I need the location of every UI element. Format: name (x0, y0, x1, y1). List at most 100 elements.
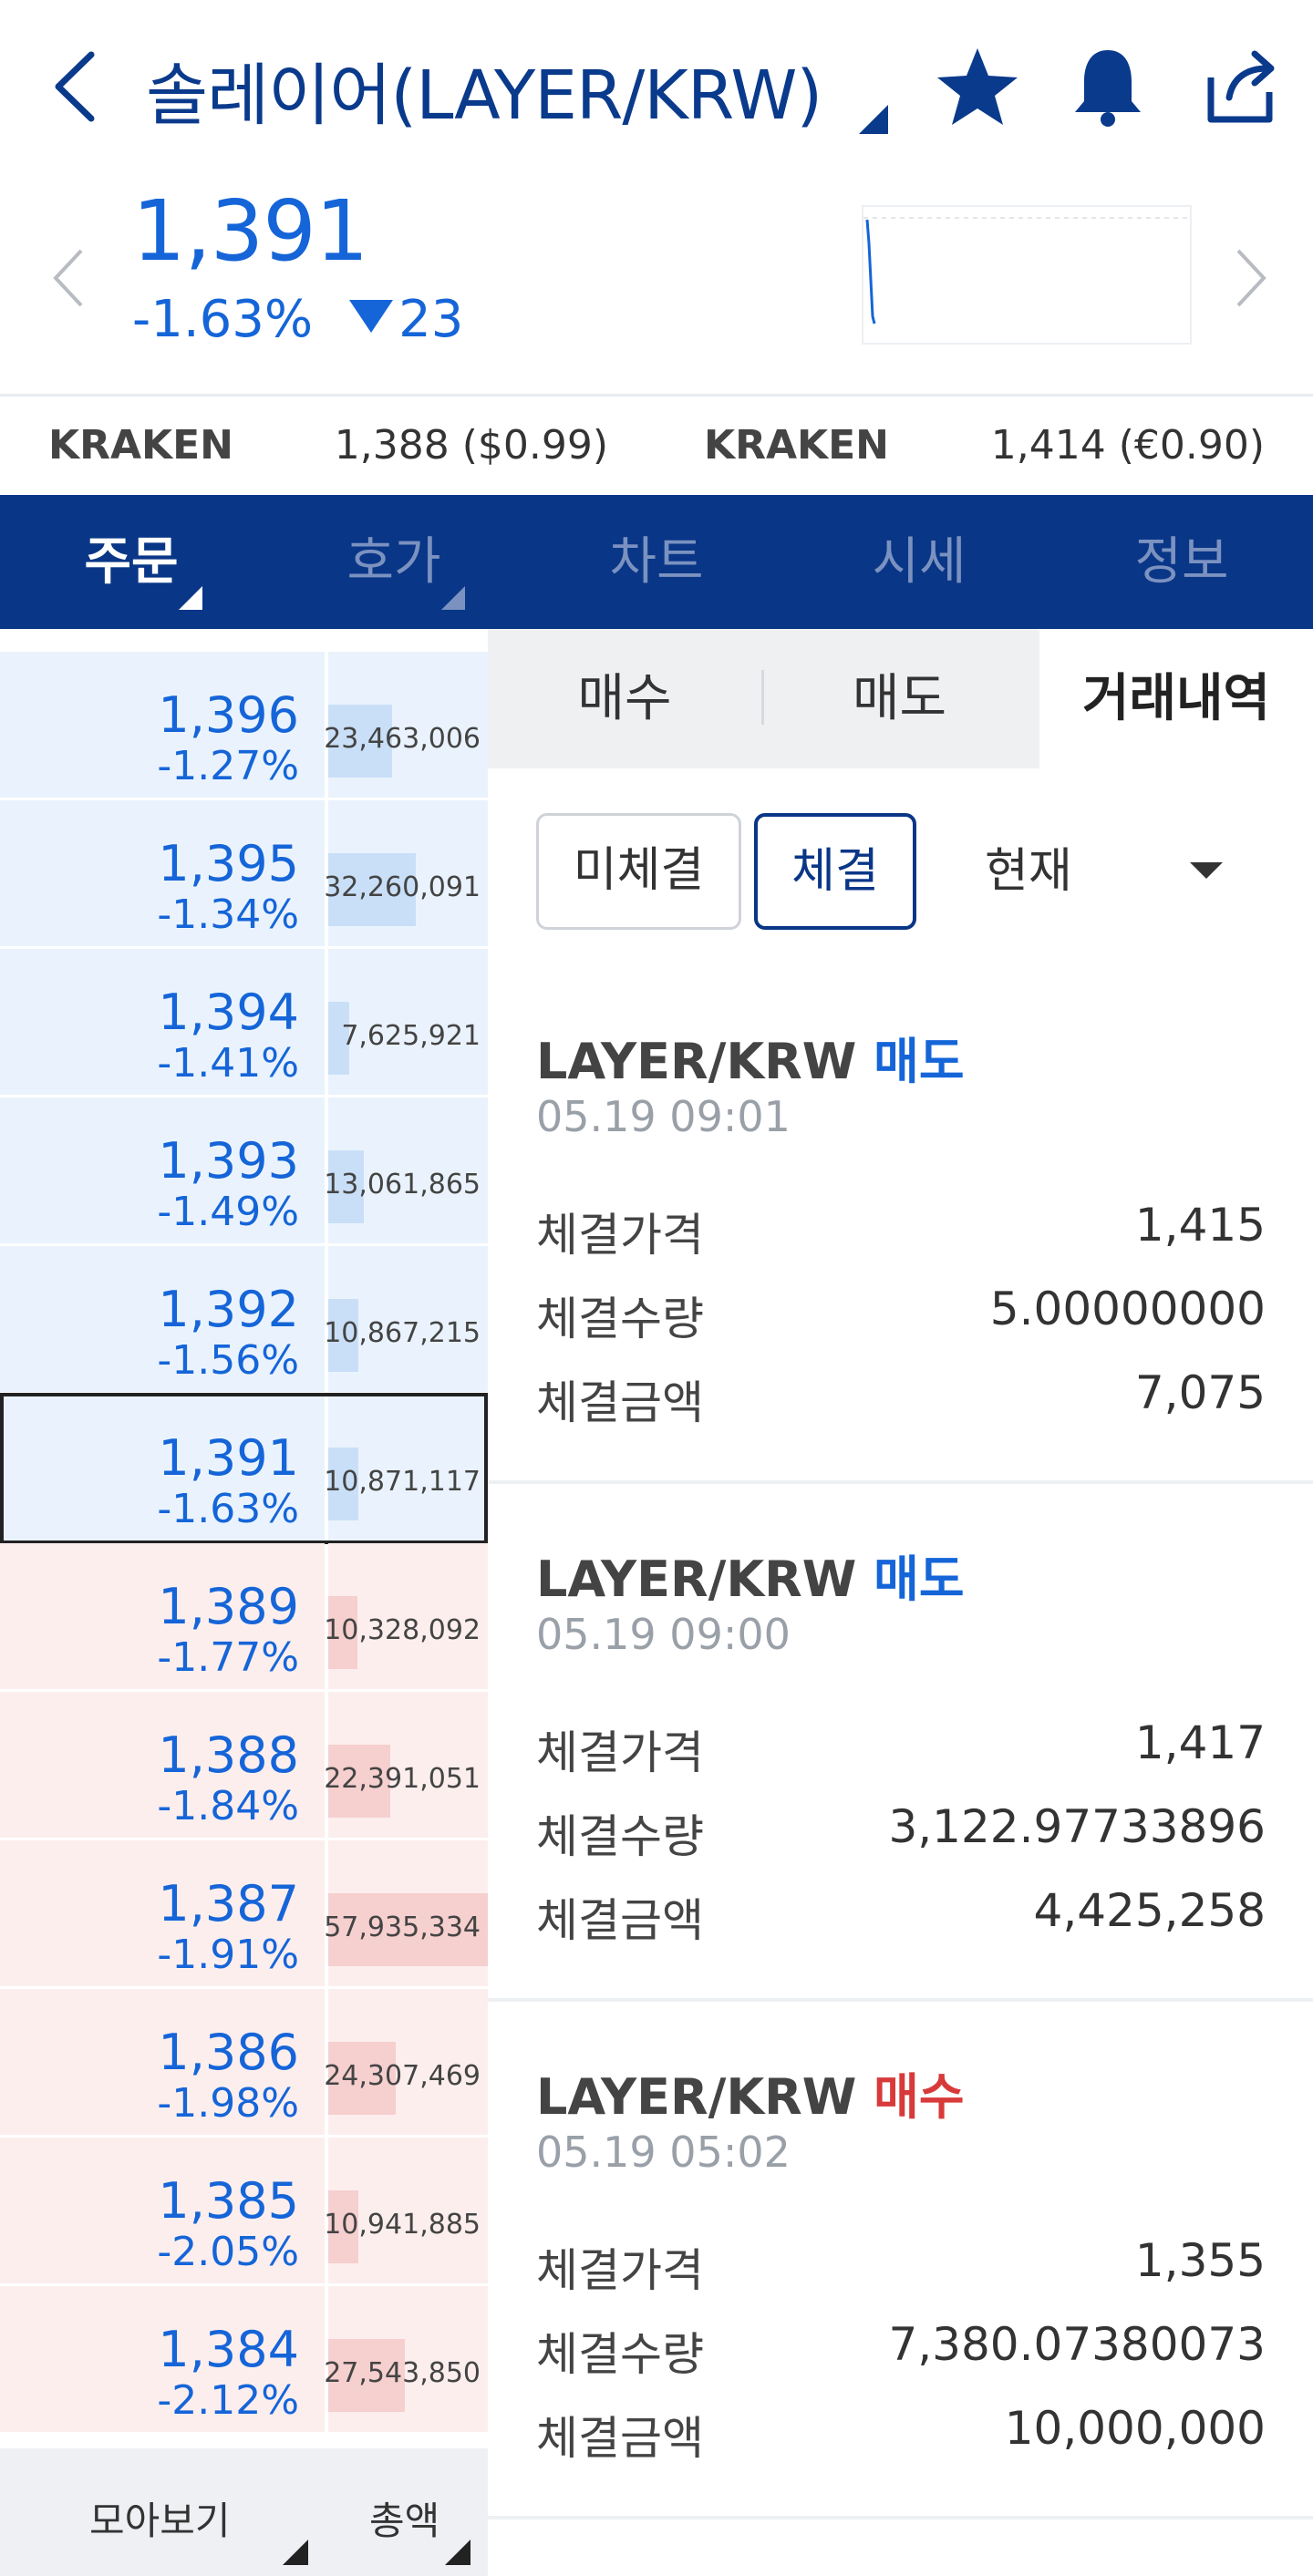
order-book-row[interactable]: 1,386 -1.98% 24,307,469 (0, 1989, 488, 2138)
price-cell[interactable]: 1,391 -1.63% (0, 1395, 325, 1540)
row-volume: 10,867,215 (324, 1317, 481, 1349)
trade-time: 05.19 09:01 (536, 1092, 791, 1141)
trade-pair: LAYER/KRW (536, 2068, 857, 2126)
order-book-row[interactable]: 1,392 -1.56% 10,867,215 (0, 1246, 488, 1395)
volume-cell[interactable]: 10,867,215 (324, 1246, 488, 1392)
order-book-row[interactable]: 1,388 -1.84% 22,391,051 (0, 1692, 488, 1840)
trade-qty-value: 7,380.07380073 (888, 2318, 1266, 2371)
order-book-row[interactable]: 1,395 -1.34% 32,260,091 (0, 800, 488, 949)
order-book-row[interactable]: 1,391 -1.63% 10,871,117 (0, 1395, 488, 1543)
market-select-caret-icon[interactable] (859, 105, 888, 134)
row-price: 1,389 (158, 1578, 299, 1635)
group-view-button[interactable]: 모아보기 (89, 2490, 231, 2546)
volume-cell[interactable]: 22,391,051 (324, 1692, 488, 1838)
row-price: 1,388 (158, 1726, 299, 1784)
tab-orderbook[interactable]: 호가 (263, 495, 525, 629)
trade-history-item[interactable]: LAYER/KRW 매도 05.19 09:01 체결가격 1,415 체결수량 5.00… (488, 966, 1313, 1484)
change-percent: -1.63% (132, 290, 314, 349)
trade-amount-row: 체결금액 7,075 (536, 1366, 1266, 1439)
tab-order[interactable]: 주문 (0, 495, 263, 629)
order-book-row[interactable]: 1,394 -1.41% 7,625,921 (0, 949, 488, 1097)
order-book-row[interactable]: 1,385 -2.05% 10,941,885 (0, 2138, 488, 2286)
price-cell[interactable]: 1,386 -1.98% (0, 1989, 325, 2135)
row-volume: 23,463,006 (324, 723, 481, 755)
trade-amount-value: 7,075 (1134, 1366, 1266, 1419)
back-button[interactable] (46, 46, 109, 128)
star-icon (937, 48, 1018, 125)
trade-price-value: 1,417 (1134, 1716, 1266, 1769)
market-title[interactable]: 솔레이어(LAYER/KRW) (146, 41, 822, 139)
price-cell[interactable]: 1,384 -2.12% (0, 2286, 325, 2432)
exchange-price: 1,388 ($0.99) (334, 422, 608, 469)
row-price: 1,391 (158, 1429, 299, 1487)
tab-caret-icon (179, 586, 202, 610)
price-cell[interactable]: 1,385 -2.05% (0, 2138, 325, 2283)
subtab-sell[interactable]: 매도 (764, 629, 1035, 768)
mini-chart[interactable] (862, 205, 1192, 345)
row-change-percent: -1.84% (157, 1783, 299, 1829)
order-book-row[interactable]: 1,389 -1.77% 10,328,092 (0, 1543, 488, 1692)
share-button[interactable] (1193, 41, 1284, 132)
price-cell[interactable]: 1,392 -1.56% (0, 1246, 325, 1392)
volume-cell[interactable]: 7,625,921 (328, 949, 488, 1095)
price-cell[interactable]: 1,389 -1.77% (0, 1543, 325, 1689)
order-book-row[interactable]: 1,384 -2.12% 27,543,850 (0, 2286, 488, 2435)
row-volume: 22,391,051 (324, 1763, 481, 1795)
subtab-history[interactable]: 거래내역 (1039, 629, 1313, 768)
favorite-button[interactable] (932, 41, 1023, 132)
trade-qty-label: 체결수량 (536, 1293, 704, 1345)
order-book-row[interactable]: 1,396 -1.27% 23,463,006 (0, 652, 488, 800)
alert-button[interactable] (1062, 41, 1153, 132)
chevron-left-icon (53, 249, 83, 307)
price-cell[interactable]: 1,388 -1.84% (0, 1692, 325, 1838)
trade-history-item[interactable]: LAYER/KRW 매수 05.19 05:02 체결가격 1,355 체결수량 7,38… (488, 2002, 1313, 2519)
price-cell[interactable]: 1,393 -1.49% (0, 1097, 325, 1243)
trade-price-label: 체결가격 (536, 1726, 704, 1779)
row-change-percent: -1.34% (157, 891, 299, 938)
row-volume: 24,307,469 (324, 2060, 481, 2092)
volume-cell[interactable]: 13,061,865 (324, 1097, 488, 1243)
tab-info[interactable]: 정보 (1050, 495, 1313, 629)
trade-amount-row: 체결금액 4,425,258 (536, 1884, 1266, 1957)
volume-cell[interactable]: 32,260,091 (324, 800, 488, 946)
price-cell[interactable]: 1,396 -1.27% (0, 652, 325, 798)
period-select[interactable]: 현재 (985, 813, 1072, 930)
subtab-buy[interactable]: 매수 (488, 629, 761, 768)
volume-cell[interactable]: 24,307,469 (324, 1989, 488, 2135)
price-cell[interactable]: 1,387 -1.91% (0, 1840, 325, 1986)
order-book[interactable]: 1,396 -1.27% 23,463,006 1,395 -1.34% 32,260,0… (0, 629, 488, 2448)
order-book-row[interactable]: 1,387 -1.91% 57,935,334 (0, 1840, 488, 1989)
next-market-button[interactable] (1233, 246, 1269, 310)
volume-cell[interactable]: 10,328,092 (324, 1543, 488, 1689)
total-amount-toggle[interactable]: 총액 (369, 2490, 439, 2546)
trade-amount-value: 10,000,000 (1004, 2402, 1266, 2455)
trade-amount-label: 체결금액 (536, 1376, 704, 1429)
trade-history-item[interactable]: LAYER/KRW 매도 05.19 09:00 체결가격 1,417 체결수량 3,12… (488, 1484, 1313, 2002)
change-amount: 23 (398, 290, 464, 349)
chevron-down-icon[interactable] (1190, 862, 1223, 879)
unfilled-filter-button[interactable]: 미체결 (536, 813, 741, 930)
trade-price-row: 체결가격 1,415 (536, 1199, 1266, 1272)
exchange-name: KRAKEN (48, 422, 234, 469)
filled-filter-button[interactable]: 체결 (754, 813, 916, 930)
volume-cell[interactable]: 57,935,334 (324, 1840, 488, 1986)
row-change-percent: -1.98% (157, 2080, 299, 2127)
price-cell[interactable]: 1,394 -1.41% (0, 949, 325, 1095)
price-cell[interactable]: 1,395 -1.34% (0, 800, 325, 946)
row-volume: 57,935,334 (324, 1911, 481, 1943)
volume-cell[interactable]: 10,871,117 (324, 1395, 488, 1540)
volume-cell[interactable]: 10,941,885 (324, 2138, 488, 2283)
trade-title: LAYER/KRW 매도 (536, 1021, 965, 1093)
dropdown-caret-icon (283, 2540, 308, 2565)
order-book-footer: 모아보기 총액 (0, 2448, 488, 2576)
tab-chart[interactable]: 차트 (525, 495, 788, 629)
volume-cell[interactable]: 27,543,850 (324, 2286, 488, 2432)
trade-price-row: 체결가격 1,355 (536, 2234, 1266, 2307)
order-book-row[interactable]: 1,393 -1.49% 13,061,865 (0, 1097, 488, 1246)
prev-market-button[interactable] (50, 246, 87, 310)
tab-quotes[interactable]: 시세 (788, 495, 1050, 629)
trade-time: 05.19 05:02 (536, 2128, 791, 2177)
volume-cell[interactable]: 23,463,006 (324, 652, 488, 798)
trade-amount-label: 체결금액 (536, 1894, 704, 1947)
row-volume: 32,260,091 (324, 871, 481, 903)
